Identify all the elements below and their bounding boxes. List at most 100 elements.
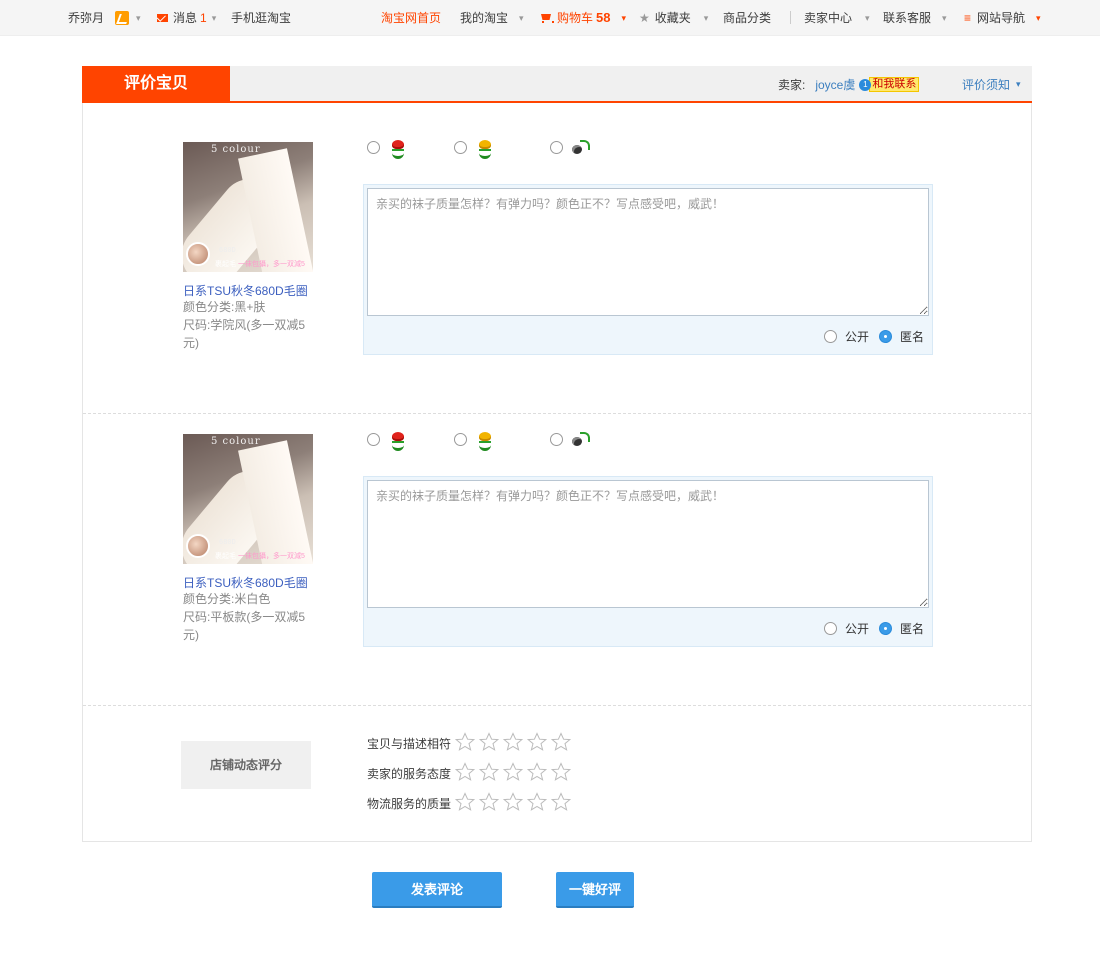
product-title-link[interactable]: 日系TSU秋冬680D毛圈 [183, 574, 308, 591]
rating-neutral-radio[interactable] [454, 140, 467, 154]
public-label: 公开 [844, 330, 869, 344]
seller-label: 卖家: [778, 78, 806, 92]
shop-rating-button[interactable]: 店铺动态评分 [181, 741, 311, 789]
star-icon: ★ [639, 11, 650, 25]
rating-bad[interactable] [550, 431, 590, 447]
favorites-menu[interactable]: ★ 收藏夹 ▾ [639, 10, 708, 26]
quick-good-review-button[interactable]: 一键好评 [556, 872, 634, 908]
review-notice-menu[interactable]: 评价须知 ▾ [962, 76, 1021, 93]
star-icon[interactable] [478, 762, 500, 782]
site-nav-menu[interactable]: ≡ 网站导航 ▾ [964, 10, 1041, 26]
star-icon[interactable] [502, 792, 524, 812]
divider [790, 11, 791, 24]
customer-service-menu[interactable]: 联系客服 ▾ [883, 10, 947, 26]
taobao-home-link[interactable]: 淘宝网首页 [381, 10, 441, 26]
red-flower-icon [390, 431, 406, 451]
chevron-down-icon: ▾ [865, 13, 870, 23]
cart-icon [540, 13, 554, 23]
star-icon[interactable] [454, 762, 476, 782]
star-icon[interactable] [454, 792, 476, 812]
review-panel-header: 评价宝贝 卖家: joyce虞 1 和我联系 评价须知 ▾ [82, 66, 1032, 103]
public-radio[interactable] [823, 622, 837, 635]
seller-center-menu[interactable]: 卖家中心 ▾ [804, 10, 870, 26]
my-taobao-menu[interactable]: 我的淘宝 ▾ [460, 10, 524, 26]
chevron-down-icon: ▾ [519, 13, 524, 23]
rating-bad[interactable] [550, 139, 590, 155]
product-title-link[interactable]: 日系TSU秋冬680D毛圈 [183, 282, 308, 299]
score-label: 物流服务的质量 [367, 797, 452, 811]
color-swatch [186, 534, 210, 558]
submit-review-button[interactable]: 发表评论 [372, 872, 502, 908]
comment-box: 公开 匿名 [363, 184, 933, 355]
star-icon[interactable] [550, 792, 572, 812]
chat-icon: 1 [859, 78, 872, 91]
thumbnail-subcaption: 裹起毛 一袜包攝，多一双減5 [215, 261, 305, 268]
chevron-down-icon: ▾ [1036, 13, 1041, 23]
product-thumbnail[interactable]: 5 colour 680D 裹起毛 一袜包攝，多一双減5 [183, 142, 313, 272]
customer-service-label: 联系客服 [883, 11, 932, 25]
cart-menu[interactable]: 购物车 58 ▾ [540, 10, 626, 26]
item-divider [83, 705, 1031, 706]
star-icon[interactable] [550, 732, 572, 752]
rating-neutral-radio[interactable] [454, 432, 467, 446]
anonymous-radio[interactable] [878, 622, 892, 635]
star-icon[interactable] [526, 792, 548, 812]
chevron-down-icon: ▾ [136, 13, 141, 23]
messages-label: 消息 [173, 11, 198, 25]
product-size: 尺码:平板款(多一双减5元) [183, 610, 306, 642]
seller-name-link[interactable]: joyce虞 [815, 76, 855, 93]
product-color: 颜色分类:米白色 [183, 592, 271, 606]
star-icon[interactable] [478, 732, 500, 752]
score-row-service: 卖家的服务态度 [367, 762, 575, 785]
rating-good[interactable] [367, 139, 406, 159]
star-icon[interactable] [454, 732, 476, 752]
rating-bad-radio[interactable] [550, 140, 563, 154]
thumbnail-code: 680D [219, 246, 236, 254]
star-icon[interactable] [526, 762, 548, 782]
my-taobao-label: 我的淘宝 [460, 11, 509, 25]
taobao-home-label: 淘宝网首页 [381, 11, 442, 25]
cart-label: 购物车 [557, 11, 594, 25]
review-notice-label: 评价须知 [962, 78, 1011, 92]
contact-label: 和我联系 [869, 77, 920, 92]
rating-good-radio[interactable] [367, 432, 380, 446]
thumbnail-caption: 5 colour [211, 436, 261, 447]
rating-good[interactable] [367, 431, 406, 451]
product-thumbnail[interactable]: 5 colour 680D 裹起毛 一袜包攝，多一双減5 [183, 434, 313, 564]
star-rating[interactable] [454, 762, 575, 785]
mobile-taobao-label: 手机逛淘宝 [231, 11, 292, 25]
seller-info: 卖家: joyce虞 1 和我联系 [778, 76, 920, 93]
username[interactable]: 乔弥月 [68, 10, 104, 26]
comment-textarea[interactable] [367, 188, 929, 316]
star-icon[interactable] [478, 792, 500, 812]
review-tab[interactable]: 评价宝贝 [82, 66, 230, 101]
star-icon[interactable] [526, 732, 548, 752]
rating-neutral[interactable] [454, 139, 493, 159]
menu-icon: ≡ [964, 11, 972, 25]
contact-seller-button[interactable]: 1 和我联系 [859, 77, 920, 92]
rating-good-radio[interactable] [367, 140, 380, 154]
comment-textarea[interactable] [367, 480, 929, 608]
visibility-options: 公开 匿名 [823, 620, 924, 637]
star-rating[interactable] [454, 792, 575, 815]
cart-count: 58 [596, 10, 611, 25]
chevron-down-icon: ▾ [942, 13, 947, 23]
rating-bad-radio[interactable] [550, 432, 563, 446]
star-icon[interactable] [502, 732, 524, 752]
public-radio[interactable] [823, 330, 837, 343]
user-menu[interactable]: 乔弥月 ▾ [68, 10, 141, 26]
star-icon[interactable] [502, 762, 524, 782]
rating-neutral[interactable] [454, 431, 493, 451]
categories-link[interactable]: 商品分类 [723, 10, 771, 26]
mobile-taobao-link[interactable]: 手机逛淘宝 [231, 10, 291, 26]
star-icon[interactable] [550, 762, 572, 782]
red-flower-icon [390, 139, 406, 159]
public-label: 公开 [844, 622, 869, 636]
score-label: 宝贝与描述相符 [367, 737, 452, 751]
messages-menu[interactable]: 消息 1 ▾ [157, 10, 216, 26]
seller-center-label: 卖家中心 [804, 11, 853, 25]
score-row-logistics: 物流服务的质量 [367, 792, 575, 815]
anonymous-radio[interactable] [878, 330, 892, 343]
star-rating[interactable] [454, 732, 575, 755]
thumbnail-subcaption: 裹起毛 一袜包攝，多一双減5 [215, 553, 305, 560]
